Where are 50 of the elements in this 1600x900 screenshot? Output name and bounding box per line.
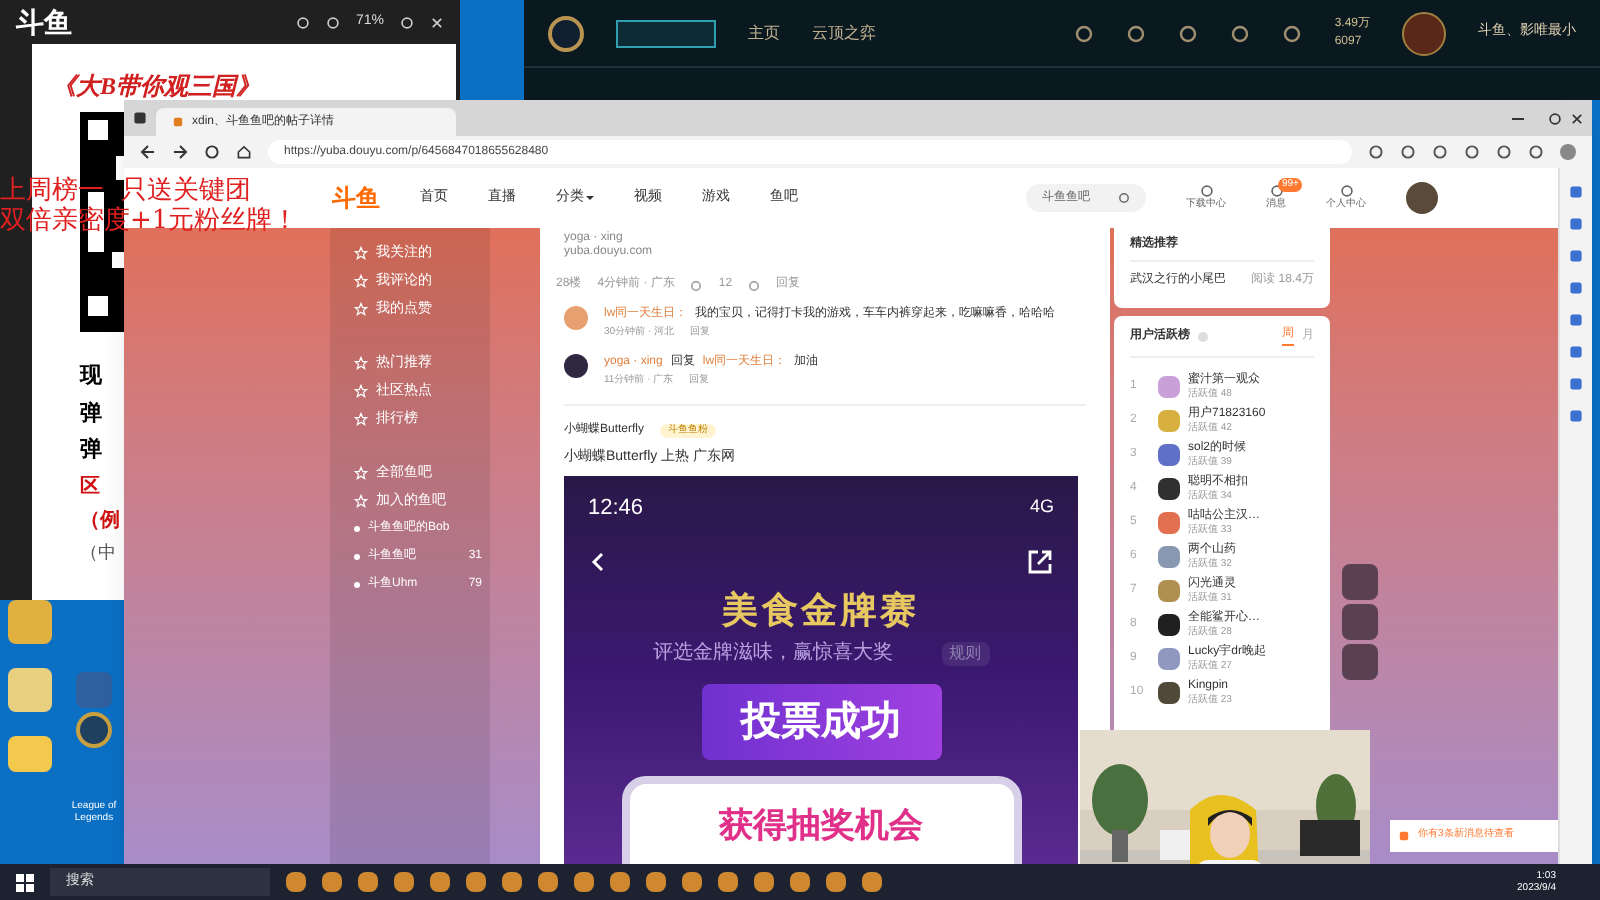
bullet-icon bbox=[354, 582, 360, 588]
user-avatar[interactable] bbox=[1158, 682, 1180, 704]
star-icon[interactable] bbox=[354, 384, 368, 398]
poster-text: 区 bbox=[80, 473, 100, 501]
home-icon[interactable] bbox=[236, 144, 252, 160]
back-icon[interactable] bbox=[140, 144, 156, 160]
user-avatar[interactable] bbox=[1158, 614, 1180, 636]
star-icon[interactable] bbox=[354, 412, 368, 426]
folder-icon[interactable] bbox=[8, 736, 52, 772]
app-logo: 斗鱼 bbox=[16, 8, 72, 36]
star-icon[interactable] bbox=[354, 274, 368, 288]
user-avatar[interactable] bbox=[1406, 182, 1438, 214]
network-label: 4G bbox=[1029, 494, 1054, 520]
nav-tab[interactable]: 云顶之弈 bbox=[812, 21, 876, 45]
star-icon[interactable] bbox=[354, 494, 368, 508]
nav-tab[interactable]: 主页 bbox=[748, 21, 780, 45]
forward-icon[interactable] bbox=[172, 144, 188, 160]
back-icon[interactable] bbox=[588, 552, 608, 572]
site-icon[interactable] bbox=[172, 116, 184, 128]
event-subtitle: 评选金牌滋味，赢惊喜大奖 bbox=[653, 639, 893, 668]
bullet-icon bbox=[354, 554, 360, 560]
desktop-icon[interactable] bbox=[8, 668, 52, 712]
minimize-button[interactable] bbox=[1512, 117, 1524, 119]
star-icon[interactable] bbox=[354, 302, 368, 316]
tab-actions-icon[interactable] bbox=[132, 110, 148, 126]
play-button[interactable] bbox=[616, 19, 716, 47]
event-headline: 美食金牌赛 bbox=[722, 588, 920, 634]
commenter-avatar bbox=[564, 306, 588, 330]
status-time: 12:46 bbox=[588, 493, 644, 523]
close-icon[interactable] bbox=[1570, 111, 1584, 125]
desktop-icon[interactable] bbox=[76, 712, 112, 748]
star-icon[interactable] bbox=[354, 356, 368, 370]
poster-text: 弹 bbox=[80, 399, 102, 429]
poster-text: （例 bbox=[80, 507, 120, 535]
info-icon bbox=[1198, 331, 1208, 341]
poster-text: 弹 bbox=[80, 435, 102, 466]
player-avatar bbox=[1402, 11, 1446, 55]
star-icon[interactable] bbox=[354, 246, 368, 260]
poster-note: （中 bbox=[80, 539, 116, 565]
game-logo bbox=[548, 15, 584, 51]
poster-text: 现 bbox=[80, 362, 102, 392]
prize-card: 获得抽奖机会 bbox=[621, 776, 1021, 864]
bullet-icon bbox=[354, 526, 360, 532]
windows-icon[interactable] bbox=[16, 873, 34, 891]
poster-title: 《大B带你观三国》 bbox=[52, 72, 261, 100]
user-avatar[interactable] bbox=[1158, 478, 1180, 500]
success-banner: 投票成功 bbox=[701, 684, 941, 760]
star-icon[interactable] bbox=[354, 466, 368, 480]
profile-avatar[interactable] bbox=[1560, 144, 1576, 160]
commenter-avatar bbox=[564, 353, 588, 377]
